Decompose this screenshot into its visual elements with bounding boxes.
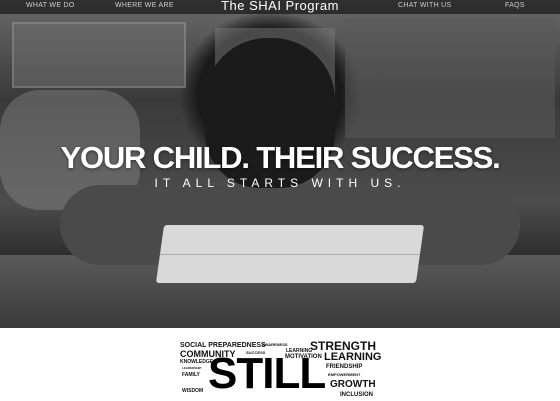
hero-banner: WHAT WE DO WHERE WE ARE The SHAI Program… (0, 0, 560, 328)
word-cloud-main-word: STILL (208, 349, 326, 398)
word-cloud-word: GROWTH (330, 379, 376, 390)
word-cloud-word: LEARNING (324, 351, 382, 363)
nav-chat-with-us[interactable]: CHAT WITH US (398, 2, 452, 9)
hero-headline: YOUR CHILD. THEIR SUCCESS. (60, 140, 500, 175)
top-nav: WHAT WE DO WHERE WE ARE The SHAI Program… (0, 0, 560, 14)
site-title[interactable]: The SHAI Program (0, 0, 560, 13)
background-shelf (345, 18, 555, 138)
word-cloud-word: FAMILY (182, 372, 200, 378)
nav-faqs[interactable]: FAQS (505, 2, 525, 9)
word-cloud-word: FRIENDSHIP (326, 364, 363, 370)
hero-subheadline: IT ALL STARTS WITH US. (154, 176, 406, 190)
word-cloud-word: EMPOWERMENT (328, 372, 361, 377)
word-cloud-word: AWARENESS (262, 342, 288, 347)
open-book (155, 225, 425, 283)
background-shelf (12, 22, 186, 88)
word-cloud: SOCIAL PREPAREDNESS AWARENESS STRENGTH C… (178, 338, 383, 401)
word-cloud-word: INCLUSION (340, 392, 373, 398)
word-cloud-word: WISDOM (182, 388, 204, 394)
word-cloud-word: LEADERSHIP (182, 366, 202, 370)
word-cloud-word: SOCIAL PREPAREDNESS (180, 342, 266, 349)
